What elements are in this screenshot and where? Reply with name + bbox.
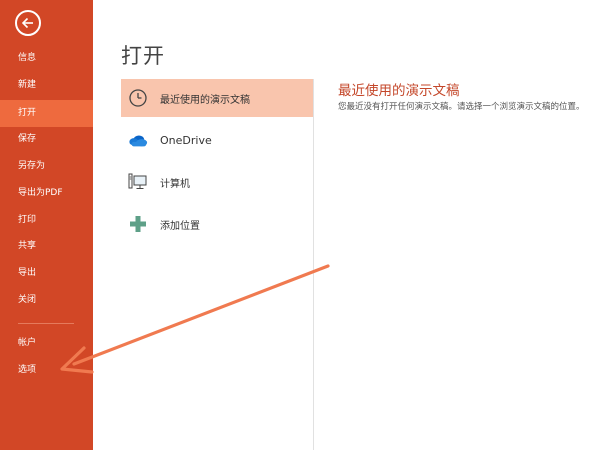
backstage-window: 信息 新建 打开 保存 另存为 导出为PDF 打印 共享 导出 关闭 帐户 选项…: [0, 0, 600, 450]
sidebar-item-account[interactable]: 帐户: [0, 330, 93, 357]
location-label: 添加位置: [160, 220, 200, 232]
sidebar-divider: [18, 323, 74, 324]
sidebar-item-export-pdf[interactable]: 导出为PDF: [0, 180, 93, 207]
cloud-icon: [128, 130, 148, 150]
location-onedrive[interactable]: OneDrive: [121, 121, 313, 159]
sidebar-item-save[interactable]: 保存: [0, 126, 93, 153]
sidebar-item-close[interactable]: 关闭: [0, 287, 93, 314]
sidebar-item-save-as[interactable]: 另存为: [0, 153, 93, 180]
sidebar-item-print[interactable]: 打印: [0, 207, 93, 234]
sidebar-item-new[interactable]: 新建: [0, 72, 93, 99]
location-label: OneDrive: [160, 133, 212, 147]
sidebar-item-info[interactable]: 信息: [0, 45, 93, 72]
plus-icon: [128, 214, 148, 234]
recent-section-title: 最近使用的演示文稿: [338, 83, 460, 99]
backstage-sidebar: 信息 新建 打开 保存 另存为 导出为PDF 打印 共享 导出 关闭 帐户 选项: [0, 0, 93, 450]
panel-divider: [313, 79, 314, 450]
clock-icon: [128, 88, 148, 108]
back-arrow-icon: [21, 17, 33, 29]
computer-icon: [128, 172, 148, 192]
sidebar-item-options[interactable]: 选项: [0, 357, 93, 384]
location-recent[interactable]: 最近使用的演示文稿: [121, 79, 313, 117]
sidebar-item-export[interactable]: 导出: [0, 260, 93, 287]
back-button[interactable]: [15, 10, 41, 36]
page-title: 打开: [121, 44, 165, 68]
location-add-place[interactable]: 添加位置: [121, 205, 313, 243]
location-label: 最近使用的演示文稿: [160, 94, 250, 106]
recent-empty-message: 您最近没有打开任何演示文稿。请选择一个浏览演示文稿的位置。: [338, 102, 585, 112]
sidebar-item-share[interactable]: 共享: [0, 233, 93, 260]
location-computer[interactable]: 计算机: [121, 163, 313, 201]
open-locations-list: 最近使用的演示文稿 OneDrive 计算机 添加位置: [121, 79, 313, 243]
location-label: 计算机: [160, 178, 190, 190]
sidebar-item-open[interactable]: 打开: [0, 100, 93, 127]
